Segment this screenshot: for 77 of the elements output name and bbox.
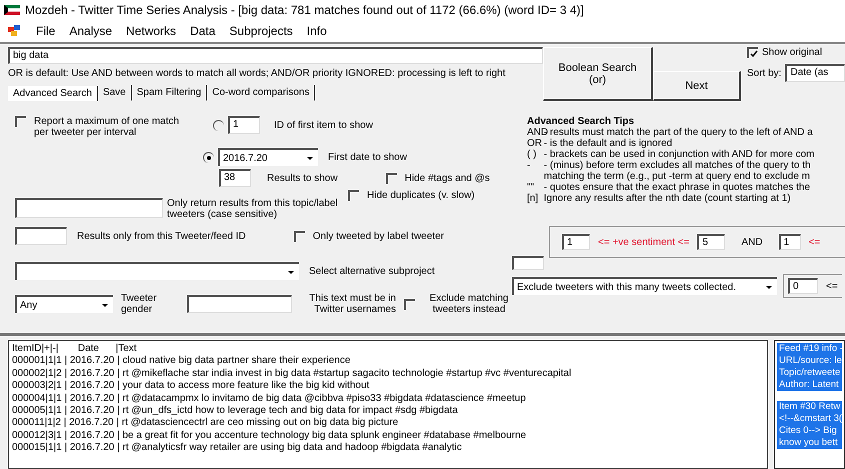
menu-item[interactable]: Data: [190, 24, 216, 38]
result-row[interactable]: 000011|1|2 | 2016.7.20 | rt @datasciencectrl are ceo missing out on big data big picture: [12, 417, 764, 430]
next-button[interactable]: Next: [653, 71, 741, 101]
results-count-field[interactable]: 38: [219, 169, 251, 187]
tweeter-id-field[interactable]: [15, 227, 67, 245]
field-label: Results only from this Tweeter/feed ID: [77, 230, 246, 242]
menu-item[interactable]: Analyse: [69, 24, 112, 38]
sentiment-label: <=: [808, 236, 820, 248]
checkbox-label: Hide duplicates (v. slow): [367, 190, 475, 201]
title-text: Mozdeh - Twitter Time Series Analysis - [big data: 781 matches found out of 1172 (66.6%) (word ID= 3 4)]: [25, 3, 584, 17]
count-field[interactable]: 0: [788, 278, 818, 294]
field-label: Results to show: [267, 172, 338, 184]
tab[interactable]: Advanced Search: [8, 86, 98, 100]
checkbox-label: Show original: [762, 47, 822, 58]
tab[interactable]: Spam Filtering: [132, 85, 208, 101]
field-label: Tweeter gender: [121, 293, 158, 315]
info-text: Item #30 Retw <!--&cmstart 3( Cites 0--> Big know you bett: [777, 401, 842, 449]
flag-icon: [4, 5, 20, 15]
gender-dropdown[interactable]: Any: [15, 295, 113, 313]
search-field[interactable]: big data: [8, 47, 543, 64]
result-row[interactable]: 000005|1|1 | 2016.7.20 | rt @un_dfs_ictd how to leverage tech and big data for impact #sdg #bigdata: [12, 405, 764, 418]
result-row[interactable]: 000001|1|1 | 2016.7.20 | cloud native big data partner share their experience: [12, 355, 764, 368]
checkbox[interactable]: [15, 116, 26, 127]
list-header: ItemID|+|-| Date |Text: [12, 343, 138, 356]
checkbox-label: Hide #tags and @s: [404, 172, 490, 184]
sort-label: Sort by:: [747, 68, 782, 78]
result-row[interactable]: 000004|1|1 | 2016.7.20 | rt @datacampmx lo invitamo de big data @cibbva #piso33 #bigdata #datascience #meetup: [12, 392, 764, 406]
checkbox[interactable]: [348, 190, 359, 201]
tips-heading: Advanced Search Tips: [527, 116, 636, 127]
date-dropdown[interactable]: 2016.7.20: [218, 148, 318, 166]
tip-text: [n] Ignore any results after the nth date (count starting at 1): [527, 193, 792, 204]
checkbox[interactable]: [294, 230, 305, 242]
tab[interactable]: Save: [98, 85, 132, 101]
topic-field[interactable]: [15, 198, 163, 218]
tip-text: "" - quotes ensure that the exact phrase in quotes matches the: [527, 182, 812, 193]
tip-text: AND- results must match the part of the query to the left of AND a: [527, 127, 814, 138]
sort-dropdown[interactable]: Date (as: [785, 64, 845, 82]
app-icon[interactable]: [8, 25, 22, 37]
search-hint: OR is default: Use AND between words to match all words; AND/OR priority IGNORED: processing is left to right: [8, 68, 506, 79]
checkbox-label: Only tweeted by label tweeter: [312, 230, 444, 242]
field-label: This text must be in Twitter usernames: [308, 293, 396, 315]
tab[interactable]: Co-word comparisons: [207, 85, 316, 101]
checkbox[interactable]: [747, 47, 758, 58]
result-row[interactable]: 000012|3|1 | 2016.7.20 | be a great fit for you accenture technology big data splunk engineer #database #melbourne: [12, 430, 764, 442]
joiner-label: AND: [741, 236, 763, 248]
menu-item[interactable]: Networks: [126, 24, 176, 38]
radio-button[interactable]: [213, 120, 224, 130]
checkbox[interactable]: [404, 298, 415, 310]
menu-item[interactable]: Subprojects: [229, 24, 293, 38]
username-field[interactable]: [187, 295, 292, 313]
checkbox-label: Exclude matching tweeters instead: [428, 293, 510, 315]
field-label: Select alternative subproject: [309, 266, 435, 276]
min-field[interactable]: 1: [778, 234, 801, 250]
field-label: ID of first item to show: [274, 120, 373, 130]
checkbox-label: Report a maximum of one match per tweeter per interval: [34, 116, 180, 138]
result-row[interactable]: 000003|2|1 | 2016.7.20 | your data to access more feature like the big kid without: [12, 380, 764, 393]
field-label: <=: [826, 280, 838, 292]
result-row[interactable]: 000002|1|2 | 2016.7.20 | rt @mikeflache star india invest in big data #startup sagacito technologie #startup #vc #venturecapital: [12, 368, 764, 380]
sentiment-label: <= +ve sentiment <=: [598, 236, 690, 248]
menu-item[interactable]: File: [36, 24, 56, 38]
tip-text: ( ) - brackets can be used in conjunction with AND for more com: [527, 149, 816, 160]
menu-item[interactable]: Info: [306, 24, 327, 38]
field-label: Only return results from this topic/label tweeters (case sensitive): [167, 198, 339, 220]
min-field[interactable]: 1: [562, 234, 590, 250]
blank-field[interactable]: [512, 256, 544, 270]
max-field[interactable]: 5: [697, 234, 726, 250]
tip-text: - - (minus) before term excludes all matches of the query to th: [527, 160, 812, 171]
tweet-filter-dropdown[interactable]: Exclude tweeters with this many tweets collected.: [512, 277, 777, 295]
tip-text: matching the term (e.g., put -term at query end to exclude m: [542, 171, 812, 182]
id-field[interactable]: 1: [228, 116, 260, 134]
radio-button[interactable]: [203, 152, 214, 162]
result-row[interactable]: 000015|1|1 | 2016.7.20 | rt @analyticsfr way retailer are using big data and hadoop #bigdata #analytic: [12, 442, 764, 455]
field-label: First date to show: [328, 152, 407, 162]
tip-text: OR - is the default and is ignored: [527, 138, 674, 149]
checkbox[interactable]: [386, 172, 397, 184]
boolean-search-button[interactable]: Boolean Search (or): [543, 47, 653, 101]
subproject-dropdown[interactable]: [15, 262, 299, 280]
